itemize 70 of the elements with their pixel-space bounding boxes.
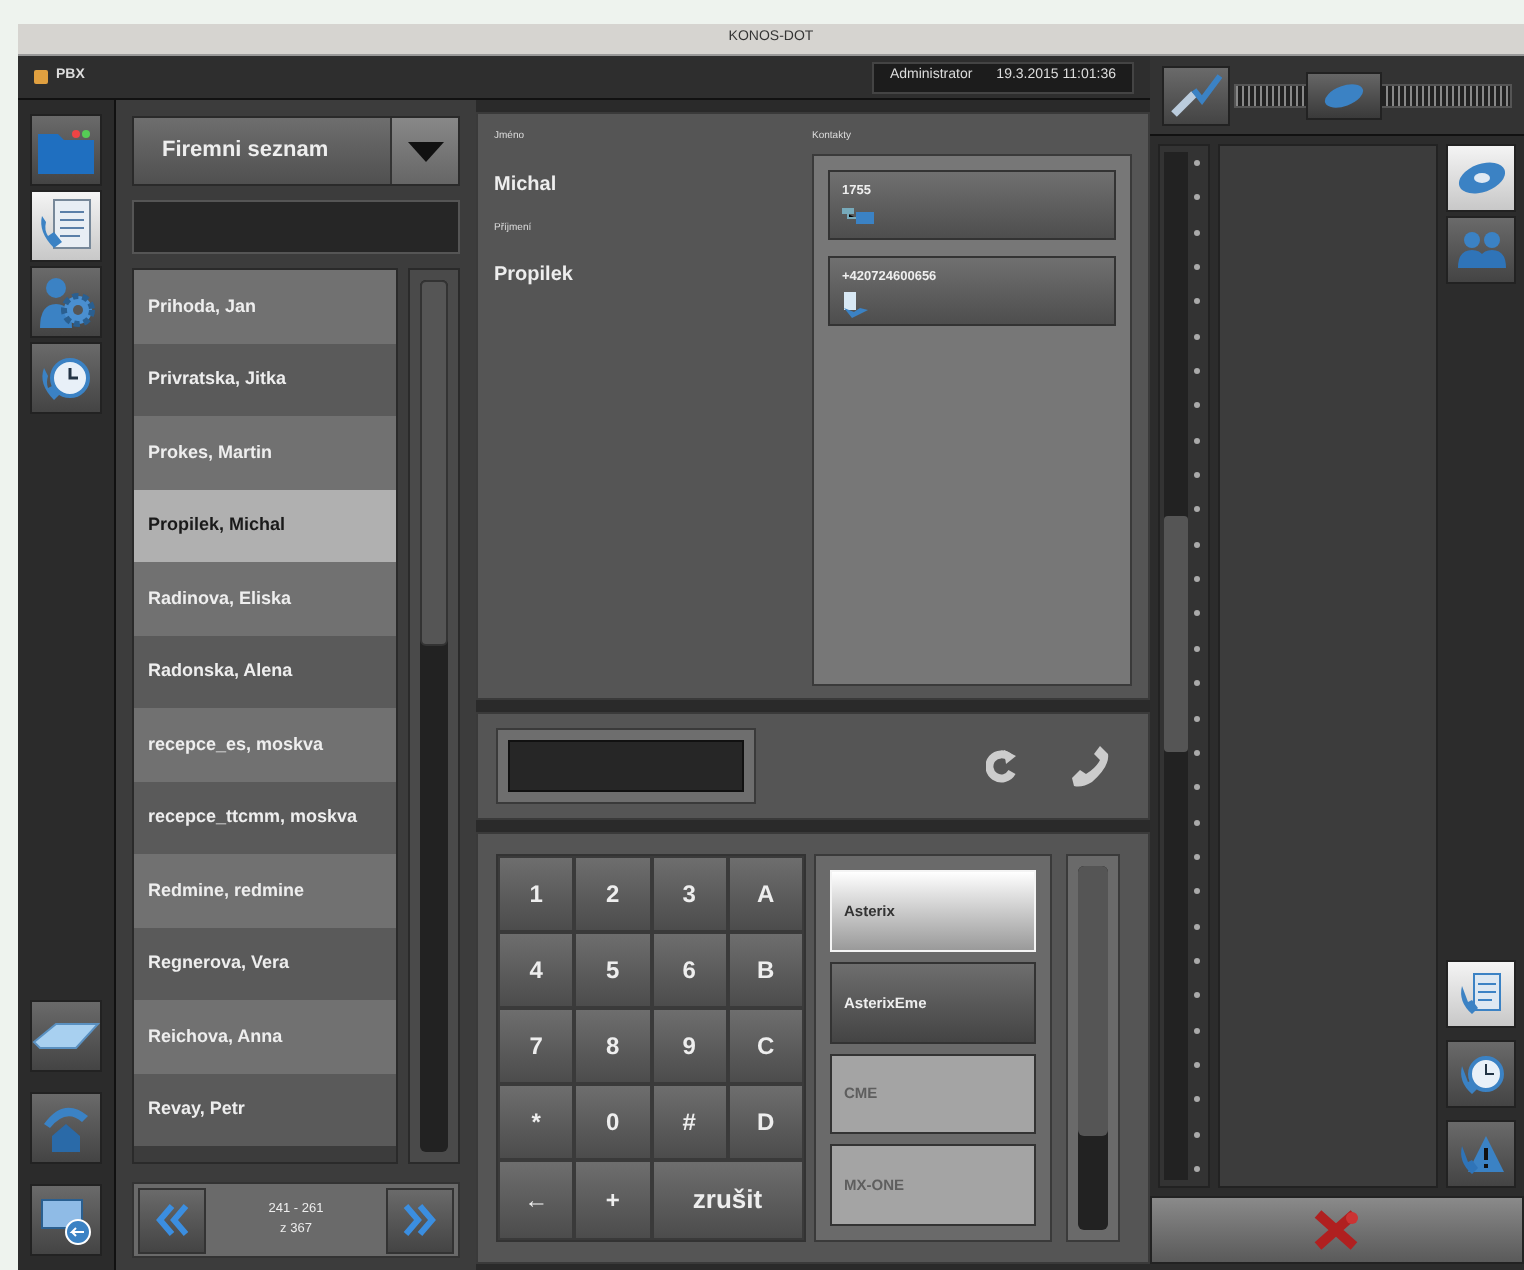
side-tab[interactable] xyxy=(1446,960,1516,1028)
dial-key[interactable]: 2 xyxy=(574,856,651,933)
dial-key[interactable]: 7 xyxy=(498,1008,575,1085)
dial-key[interactable]: zrušit xyxy=(651,1160,804,1240)
dial-key[interactable]: 3 xyxy=(651,856,728,933)
dial-key[interactable]: * xyxy=(498,1084,575,1161)
dial-key[interactable]: A xyxy=(727,856,804,933)
contact-row[interactable]: Prokes, Martin xyxy=(134,416,396,489)
first-name: Michal xyxy=(494,171,559,199)
source-dropdown[interactable]: Firemni seznam xyxy=(132,116,460,186)
phone-clock-icon xyxy=(1457,1050,1505,1098)
contact-row[interactable]: Privratska, Jitka xyxy=(134,343,396,416)
disk-icon xyxy=(1321,81,1366,109)
fast-forward-icon xyxy=(402,1204,438,1236)
contact-row[interactable]: Regnerova, Vera xyxy=(134,927,396,1000)
dial-key[interactable]: D xyxy=(727,1084,804,1161)
dial-key[interactable]: + xyxy=(574,1160,651,1240)
dial-key[interactable]: 1 xyxy=(498,856,575,933)
dial-key[interactable]: 9 xyxy=(651,1008,728,1085)
source-label: Firemni seznam xyxy=(160,136,331,167)
dial-key[interactable]: # xyxy=(651,1084,728,1161)
search-field[interactable] xyxy=(132,200,460,254)
contact-row[interactable]: recepce_es, moskva xyxy=(134,708,396,781)
dial-key[interactable]: ← xyxy=(498,1160,575,1240)
monitor-arrow-icon xyxy=(38,1194,94,1246)
dial-key[interactable]: 5 xyxy=(574,932,651,1009)
scroll-bar[interactable] xyxy=(408,268,460,1164)
contact-row[interactable]: Prihoda, Jan xyxy=(134,270,396,343)
tool-button[interactable] xyxy=(30,1184,102,1256)
folder-icon xyxy=(36,124,96,176)
nav-button[interactable] xyxy=(30,342,102,414)
rewind-icon xyxy=(154,1204,190,1236)
phone-clock-icon xyxy=(38,352,94,404)
call-button[interactable] xyxy=(1066,741,1114,790)
dial-key[interactable]: C xyxy=(727,1008,804,1085)
dial-key[interactable]: 0 xyxy=(574,1084,651,1161)
next-page-button[interactable] xyxy=(386,1187,454,1253)
previous-page-button[interactable] xyxy=(138,1187,206,1253)
tool-button[interactable] xyxy=(30,1000,102,1072)
contact-row[interactable]: Redmine, redmine xyxy=(134,854,396,927)
dial-key[interactable]: 4 xyxy=(498,932,575,1009)
slider[interactable] xyxy=(1234,69,1512,121)
contact-row[interactable]: Radinova, Eliska xyxy=(134,562,396,635)
dial-key[interactable]: 8 xyxy=(574,1008,651,1085)
number-field[interactable] xyxy=(508,739,744,792)
dial-key[interactable]: 6 xyxy=(651,932,728,1009)
phone-icon xyxy=(1070,743,1110,788)
disconnect-button[interactable] xyxy=(1150,1196,1524,1264)
user-gear-icon xyxy=(36,272,96,332)
app-icon xyxy=(34,70,48,84)
contact-row[interactable]: Revay, Petr xyxy=(134,1073,396,1146)
nav-button[interactable] xyxy=(30,190,102,262)
dial-key[interactable]: B xyxy=(727,932,804,1009)
contact-row[interactable]: Propilek, Michal xyxy=(134,489,396,562)
network-icon xyxy=(842,206,874,227)
people-icon xyxy=(1455,228,1507,272)
disk-icon xyxy=(1455,158,1507,198)
tool-button[interactable] xyxy=(1162,65,1230,125)
refresh-icon xyxy=(986,747,1018,784)
scroll-bar[interactable] xyxy=(1066,854,1120,1242)
contact-row[interactable]: Radonska, Alena xyxy=(134,635,396,708)
cross-icon xyxy=(1311,1208,1363,1252)
contact-row[interactable]: recepce_ttcmm, moskva xyxy=(134,781,396,854)
last-name: Propilek xyxy=(494,262,575,290)
contact-row[interactable]: Reichova, Anna xyxy=(134,1000,396,1073)
check-tool-icon xyxy=(1170,73,1222,117)
caret-icon xyxy=(407,141,443,161)
side-tab[interactable] xyxy=(1446,1040,1516,1108)
phone-note-icon xyxy=(1457,970,1505,1018)
side-tab[interactable] xyxy=(1446,144,1516,212)
